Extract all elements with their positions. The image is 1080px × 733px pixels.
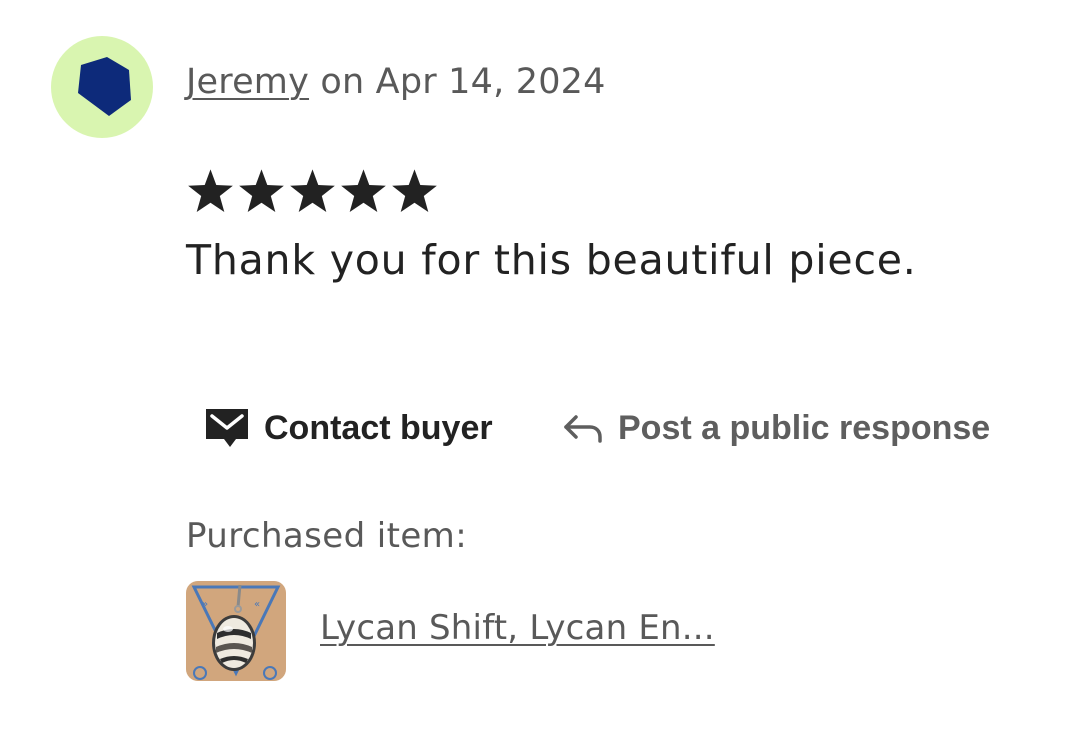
purchased-item-link[interactable]: Lycan Shift, Lycan En... (320, 608, 715, 648)
review-meta: Jeremy on Apr 14, 2024 (186, 62, 606, 102)
star-icon (188, 169, 233, 212)
reply-arrow-icon (564, 415, 602, 443)
star-rating (186, 160, 439, 220)
purchased-item-label: Purchased item: (186, 516, 468, 556)
reviewer-name-link[interactable]: Jeremy (186, 62, 309, 102)
contact-buyer-button[interactable]: Contact buyer (204, 405, 493, 451)
post-public-response-label: Post a public response (618, 408, 991, 447)
svg-text:«: « (254, 599, 260, 610)
star-icon (290, 169, 335, 212)
star-icon (341, 169, 386, 212)
mail-icon (206, 409, 248, 447)
pendant-image: » « (186, 581, 286, 681)
reviewer-avatar[interactable] (51, 36, 153, 138)
purchased-item-thumbnail[interactable]: » « (186, 581, 286, 681)
review-text: Thank you for this beautiful piece. (186, 236, 917, 284)
star-icon (239, 169, 284, 212)
svg-text:»: » (202, 599, 208, 610)
contact-buyer-label: Contact buyer (264, 408, 493, 447)
star-icon (392, 169, 437, 212)
pentagon-icon (78, 57, 131, 116)
review-date: on Apr 14, 2024 (309, 62, 606, 102)
post-public-response-button[interactable]: Post a public response (562, 405, 990, 451)
